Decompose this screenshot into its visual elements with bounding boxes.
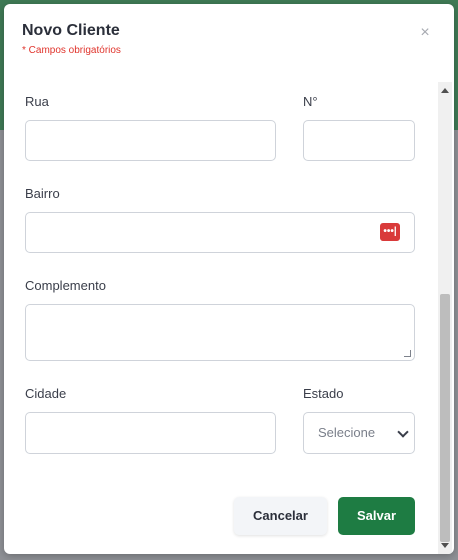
bairro-label: Bairro bbox=[25, 186, 60, 201]
numero-label: N° bbox=[303, 94, 318, 109]
complemento-label: Complemento bbox=[25, 278, 106, 293]
modal-body: Rua N° Bairro •••| Complemento Cidade Es… bbox=[4, 82, 436, 554]
required-fields-note: * Campos obrigatórios bbox=[22, 45, 121, 56]
modal-header: Novo Cliente * Campos obrigatórios × bbox=[4, 4, 454, 82]
rua-input[interactable] bbox=[25, 120, 276, 161]
estado-selected-value: Selecione bbox=[318, 425, 376, 440]
save-button[interactable]: Salvar bbox=[338, 497, 415, 535]
estado-label: Estado bbox=[303, 386, 344, 401]
cidade-label: Cidade bbox=[25, 386, 67, 401]
modal-title: Novo Cliente bbox=[22, 22, 120, 39]
scroll-down-icon[interactable] bbox=[441, 543, 449, 548]
chevron-down-icon bbox=[397, 426, 409, 438]
complemento-textarea[interactable] bbox=[25, 304, 415, 361]
scroll-thumb[interactable] bbox=[440, 294, 450, 542]
cidade-input[interactable] bbox=[25, 412, 276, 454]
rua-label: Rua bbox=[25, 94, 49, 109]
password-manager-icon[interactable]: •••| bbox=[380, 223, 400, 241]
modal-scrollbar[interactable] bbox=[438, 82, 452, 554]
scroll-up-icon[interactable] bbox=[441, 88, 449, 93]
new-client-modal: Novo Cliente * Campos obrigatórios × Rua… bbox=[4, 4, 454, 554]
numero-input[interactable] bbox=[303, 120, 415, 161]
resize-handle-icon[interactable] bbox=[404, 350, 411, 357]
close-icon[interactable]: × bbox=[416, 24, 434, 42]
estado-select[interactable]: Selecione bbox=[303, 412, 415, 454]
bairro-input[interactable]: •••| bbox=[25, 212, 415, 253]
cancel-button[interactable]: Cancelar bbox=[234, 497, 327, 535]
